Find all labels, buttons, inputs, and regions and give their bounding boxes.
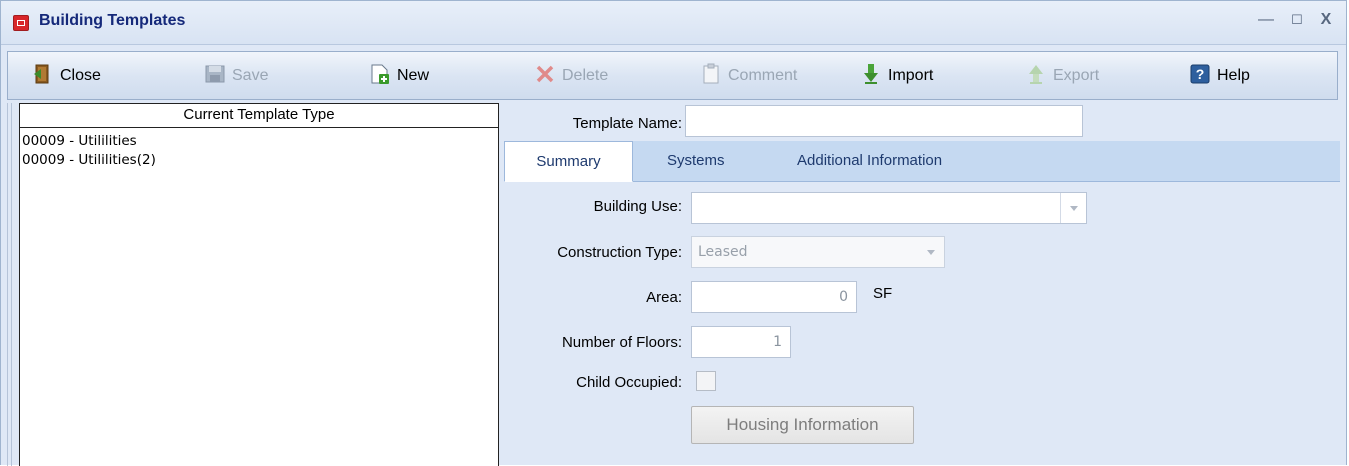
building-templates-window: Building Templates — ☐ X Close Save New … (0, 0, 1347, 466)
construction-type-value: Leased (698, 244, 748, 260)
list-item[interactable]: 00009 - Utililities (20, 132, 498, 151)
tab-strip: Summary Systems Additional Information (504, 141, 1340, 182)
template-name-label: Template Name: (572, 115, 682, 132)
template-name-input[interactable] (685, 105, 1083, 137)
delete-x-icon (536, 65, 554, 83)
floors-value: 1 (773, 334, 782, 350)
import-button[interactable]: Import (860, 52, 933, 99)
chevron-down-icon[interactable] (918, 237, 944, 267)
area-input[interactable]: 0 (691, 281, 857, 313)
construction-type-dropdown[interactable]: Leased (691, 236, 945, 268)
tab-summary[interactable]: Summary (504, 141, 633, 182)
svg-text:?: ? (1196, 66, 1205, 82)
left-border-line (7, 103, 8, 466)
help-button-label: Help (1217, 67, 1250, 84)
delete-button-label: Delete (562, 67, 609, 84)
tab-additional-information[interactable]: Additional Information (797, 141, 942, 181)
exit-door-icon (34, 64, 49, 84)
area-value: 0 (839, 289, 848, 305)
app-home-icon (13, 15, 29, 31)
list-item[interactable]: 00009 - Utililities(2) (20, 151, 498, 170)
housing-information-button[interactable]: Housing Information (691, 406, 914, 444)
toolbar: Close Save New Delete Comment Import Exp… (7, 51, 1338, 100)
clipboard-icon (703, 63, 719, 84)
floors-input[interactable]: 1 (691, 326, 791, 358)
export-button-label: Export (1053, 67, 1100, 84)
new-document-icon (371, 64, 389, 84)
comment-button-label: Comment (728, 67, 798, 84)
close-window-button[interactable]: X (1315, 9, 1337, 31)
tab-systems[interactable]: Systems (667, 141, 725, 181)
minimize-button[interactable]: — (1255, 9, 1277, 31)
title-bar: Building Templates — ☐ X (1, 1, 1346, 45)
template-type-header: Current Template Type (20, 104, 498, 128)
close-button[interactable]: Close (32, 52, 101, 99)
export-arrow-up-icon (1029, 64, 1043, 84)
new-button-label: New (397, 67, 430, 84)
chevron-down-icon[interactable] (1060, 193, 1086, 223)
help-button[interactable]: ? Help (1189, 52, 1250, 99)
save-disk-icon (205, 65, 225, 83)
close-button-label: Close (60, 67, 101, 84)
save-button-label: Save (232, 67, 269, 84)
child-occupied-checkbox[interactable] (696, 371, 716, 391)
comment-button[interactable]: Comment (700, 52, 797, 99)
window-title: Building Templates (39, 12, 186, 29)
child-occupied-label: Child Occupied: (576, 374, 682, 391)
import-arrow-down-icon (864, 63, 878, 84)
floors-label: Number of Floors: (561, 334, 682, 351)
building-use-label: Building Use: (593, 198, 682, 215)
help-question-icon: ? (1190, 64, 1210, 84)
building-use-dropdown[interactable] (691, 192, 1087, 224)
delete-button[interactable]: Delete (534, 52, 608, 99)
template-type-panel: Current Template Type 00009 - Utililitie… (19, 103, 499, 466)
area-label: Area: (646, 289, 682, 306)
save-button[interactable]: Save (204, 52, 268, 99)
new-button[interactable]: New (369, 52, 429, 99)
maximize-button[interactable]: ☐ (1286, 9, 1308, 31)
area-unit: SF (873, 285, 893, 302)
construction-type-label: Construction Type: (557, 244, 682, 261)
import-button-label: Import (888, 67, 934, 84)
export-button[interactable]: Export (1025, 52, 1099, 99)
left-border-line-inner (11, 103, 12, 466)
